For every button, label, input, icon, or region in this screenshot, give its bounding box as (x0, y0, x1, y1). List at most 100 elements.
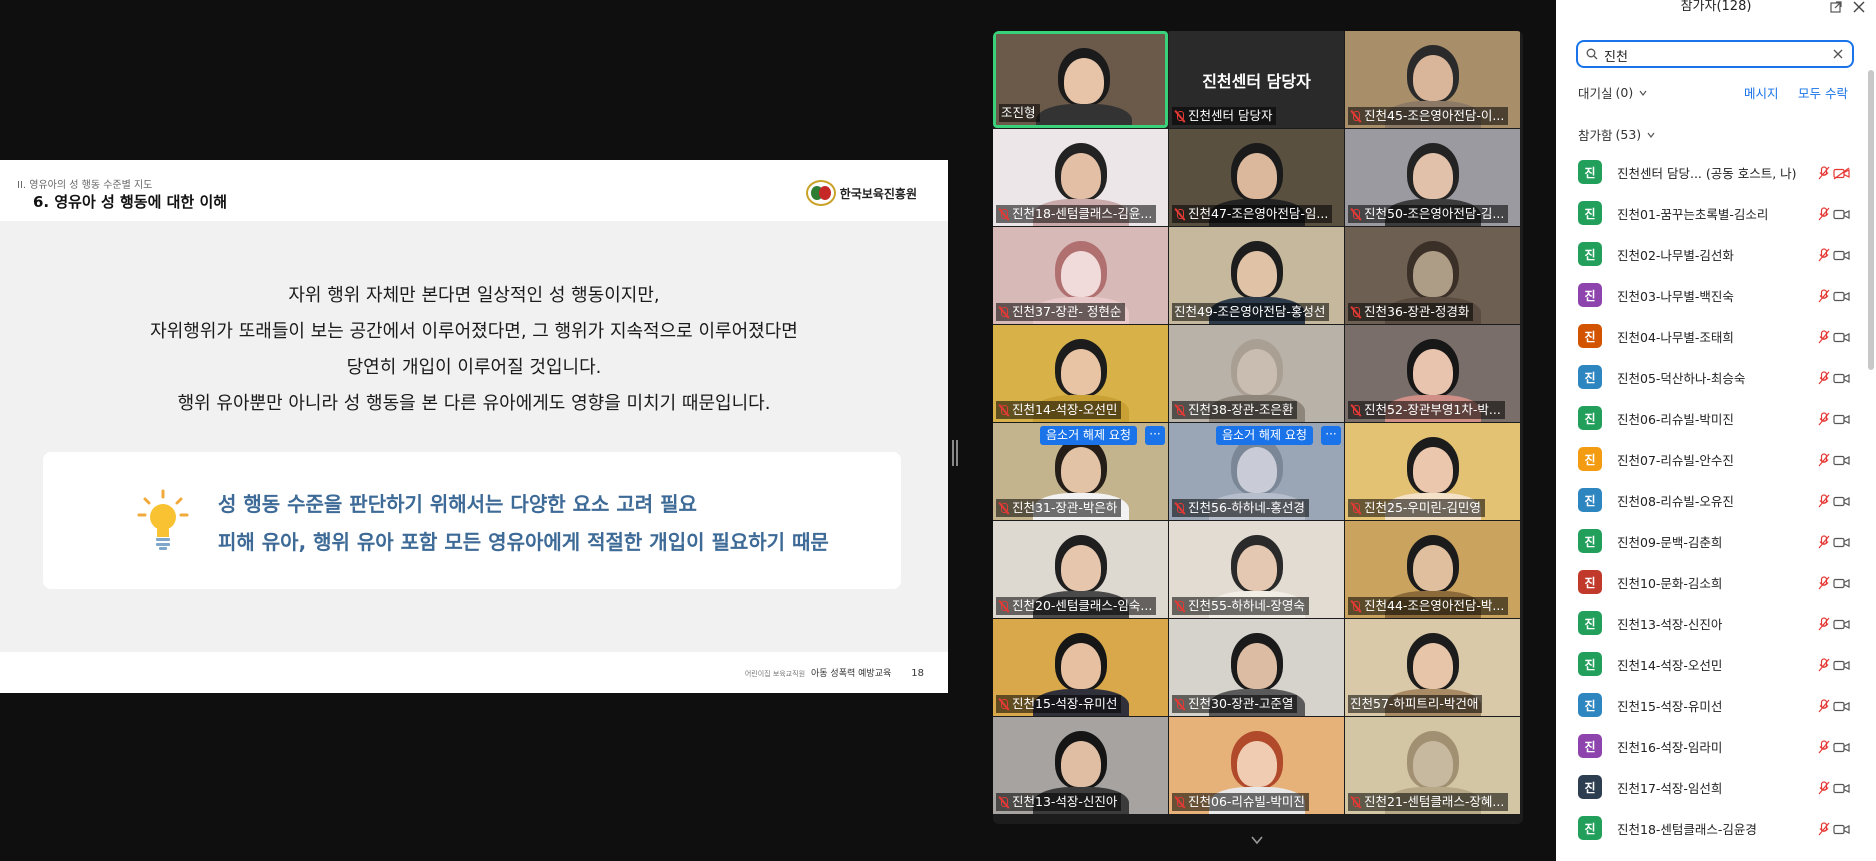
video-tile[interactable]: 진천45-조은영아전담-이... (1345, 31, 1520, 128)
admit-all-button[interactable]: 모두 수락 (1798, 83, 1848, 102)
clear-search-icon[interactable] (1832, 48, 1844, 60)
participant-row[interactable]: 진 진천05-덕산하나-최승숙 (1578, 357, 1850, 397)
video-tile[interactable]: 진천38-장관-조은환 (1169, 325, 1344, 422)
mic-muted-icon[interactable] (1818, 329, 1830, 344)
video-tile[interactable]: 진천06-리슈빌-박미진 (1169, 717, 1344, 814)
tile-name-text: 진천37-장관- 정현순 (1012, 304, 1122, 319)
video-tile[interactable]: 진천25-우미린-김민영 (1345, 423, 1520, 520)
mic-muted-icon[interactable] (1818, 411, 1830, 426)
camera-icon[interactable] (1833, 739, 1850, 753)
camera-icon[interactable] (1833, 534, 1850, 548)
video-tile[interactable]: 진천47-조은영아전담-임... (1169, 129, 1344, 226)
participant-row[interactable]: 진 진천13-석장-신진아 (1578, 603, 1850, 643)
more-options-button[interactable]: ··· (1145, 426, 1165, 445)
footer-org: 어린이집 보육교직원 (744, 670, 806, 678)
mic-muted-icon[interactable] (1818, 739, 1830, 754)
camera-icon[interactable] (1833, 247, 1850, 261)
message-button[interactable]: 메시지 (1744, 83, 1779, 102)
more-options-button[interactable]: ··· (1321, 426, 1341, 445)
video-tile[interactable]: 음소거 해제 요청 ··· 진천56-하하네-홍선경 (1169, 423, 1344, 520)
close-icon[interactable] (1852, 0, 1866, 14)
mic-muted-icon[interactable] (1818, 821, 1830, 836)
mic-muted-icon[interactable] (1818, 288, 1830, 303)
mic-muted-icon[interactable] (1818, 575, 1830, 590)
video-tile[interactable]: 진천49-조은영아전담-홍성선 (1169, 227, 1344, 324)
tile-name-label: 진천30-장관-고준열 (1172, 695, 1298, 713)
participant-row[interactable]: 진 진천06-리슈빌-박미진 (1578, 398, 1850, 438)
ask-to-unmute-button[interactable]: 음소거 해제 요청 (1040, 426, 1137, 445)
mic-muted-icon[interactable] (1818, 534, 1830, 549)
video-tile[interactable]: 진천21-센텀클래스-장혜... (1345, 717, 1520, 814)
camera-icon[interactable] (1833, 821, 1850, 835)
video-tile[interactable]: 진천52-장관부영1차-박... (1345, 325, 1520, 422)
zoom-meeting-window: II. 영유아의 성 행동 수준별 지도 6. 영유아 성 행동에 대한 이해 … (0, 0, 1876, 861)
participant-row[interactable]: 진 진천16-석장-임라미 (1578, 726, 1850, 766)
video-tile[interactable]: 진천18-센텀클래스-김윤... (993, 129, 1168, 226)
camera-icon[interactable] (1833, 493, 1850, 507)
camera-icon[interactable] (1833, 329, 1850, 343)
video-tile[interactable]: 진천36-장관-정경화 (1345, 227, 1520, 324)
video-tile[interactable]: 진천44-조은영아전담-박... (1345, 521, 1520, 618)
mic-muted-icon[interactable] (1818, 698, 1830, 713)
video-tile[interactable]: 진천14-석장-오선민 (993, 325, 1168, 422)
camera-icon[interactable] (1833, 452, 1850, 466)
camera-icon[interactable] (1833, 698, 1850, 712)
tile-name-label: 진천센터 담당자 (1172, 107, 1277, 125)
mic-muted-icon[interactable] (1818, 657, 1830, 672)
tile-name-label: 진천44-조은영아전담-박... (1348, 597, 1509, 615)
mic-muted-icon[interactable] (1818, 206, 1830, 221)
video-tile[interactable]: 음소거 해제 요청 ··· 진천31-장관-박은하 (993, 423, 1168, 520)
in-meeting-section[interactable]: 참가함 (53) (1578, 125, 1655, 144)
mic-muted-icon[interactable] (1818, 370, 1830, 385)
ask-to-unmute-button[interactable]: 음소거 해제 요청 (1216, 426, 1313, 445)
video-tile[interactable]: 진천20-센텀클래스-임숙... (993, 521, 1168, 618)
mic-muted-icon[interactable] (1818, 247, 1830, 262)
video-tile[interactable]: 진천13-석장-신진아 (993, 717, 1168, 814)
video-tile[interactable]: 조진형 (993, 31, 1168, 128)
video-tile[interactable]: 진천57-하피트리-박건애 (1345, 619, 1520, 716)
video-tile[interactable]: 진천37-장관- 정현순 (993, 227, 1168, 324)
camera-icon[interactable] (1833, 616, 1850, 630)
camera-icon[interactable] (1833, 206, 1850, 220)
camera-icon[interactable] (1833, 288, 1850, 302)
participant-row[interactable]: 진 진천04-나무별-조태희 (1578, 316, 1850, 356)
popout-icon[interactable] (1830, 1, 1842, 13)
video-tile[interactable]: 진천55-하하네-장영숙 (1169, 521, 1344, 618)
mic-muted-icon[interactable] (1818, 452, 1830, 467)
camera-icon[interactable] (1833, 370, 1850, 384)
participant-row[interactable]: 진 진천14-석장-오선민 (1578, 644, 1850, 684)
participant-row[interactable]: 진 진천18-센텀클래스-김윤경 (1578, 808, 1850, 848)
participant-row[interactable]: 진 진천03-나무별-백진숙 (1578, 275, 1850, 315)
mic-muted-icon[interactable] (1818, 780, 1830, 795)
chevron-down-icon[interactable] (1250, 833, 1264, 847)
participant-row[interactable]: 진 진천01-꿈꾸는초록별-김소리 (1578, 193, 1850, 233)
participant-row[interactable]: 진 진천15-석장-유미선 (1578, 685, 1850, 725)
waiting-room-section[interactable]: 대기실 (0) (1578, 83, 1647, 102)
mic-muted-icon[interactable] (1818, 165, 1830, 180)
participant-row[interactable]: 진 진천08-리슈빌-오유진 (1578, 480, 1850, 520)
participant-row[interactable]: 진 진천17-석장-임선희 (1578, 767, 1850, 807)
tile-name-label: 진천50-조은영아전담-김... (1348, 205, 1509, 223)
camera-off-icon[interactable] (1833, 165, 1850, 180)
video-tile[interactable]: 진천15-석장-유미선 (993, 619, 1168, 716)
mic-muted-icon[interactable] (1818, 493, 1830, 508)
camera-icon[interactable] (1833, 411, 1850, 425)
camera-icon[interactable] (1833, 575, 1850, 589)
participant-row[interactable]: 진 진천02-나무별-김선화 (1578, 234, 1850, 274)
participant-list-scrollbar[interactable] (1868, 70, 1874, 370)
participant-row[interactable]: 진 진천센터 담당... (공동 호스트, 나) (1578, 152, 1850, 192)
split-view-handle[interactable] (952, 440, 958, 466)
participant-face (1061, 349, 1101, 395)
participant-row[interactable]: 진 진천07-리슈빌-안수진 (1578, 439, 1850, 479)
slide-page-number: 18 (911, 668, 924, 679)
camera-icon[interactable] (1833, 780, 1850, 794)
mic-muted-icon[interactable] (1818, 616, 1830, 631)
video-tile[interactable]: 진천센터 담당자 진천센터 담당자 (1169, 31, 1344, 128)
participant-search-input[interactable]: 진천 (1576, 40, 1854, 68)
participant-row[interactable]: 진 진천09-문백-김춘희 (1578, 521, 1850, 561)
participant-row[interactable]: 진 진천10-문화-김소희 (1578, 562, 1850, 602)
camera-icon[interactable] (1833, 657, 1850, 671)
video-tile[interactable]: 진천30-장관-고준열 (1169, 619, 1344, 716)
footer-text: 어린이집 보육교직원 아동 성폭력 예방교육 18 (745, 666, 924, 679)
video-tile[interactable]: 진천50-조은영아전담-김... (1345, 129, 1520, 226)
